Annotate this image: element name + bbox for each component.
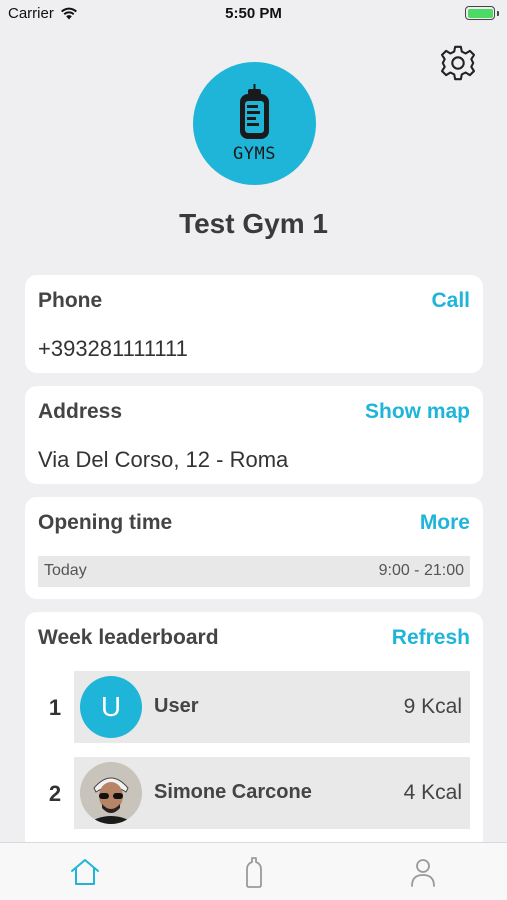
battery-tip — [497, 10, 499, 16]
person-photo-icon — [80, 762, 142, 824]
punching-bag-icon — [240, 84, 269, 139]
phone-card: Phone Call +393281111111 — [25, 275, 483, 373]
battery-fill — [467, 8, 493, 18]
status-bar: Carrier 5:50 PM — [0, 0, 507, 28]
home-icon[interactable] — [67, 855, 103, 889]
settings-gear-icon[interactable] — [439, 44, 477, 82]
phone-title: Phone — [38, 289, 103, 312]
address-card: Address Show map Via Del Corso, 12 - Rom… — [25, 386, 483, 484]
leaderboard-entry: U User 9 Kcal — [74, 671, 470, 743]
gym-logo: GYMS — [193, 62, 316, 185]
leaderboard-row[interactable]: 2 Simone Carcone 4 Kcal — [38, 757, 470, 829]
hours-row: Today 9:00 - 21:00 — [38, 556, 470, 587]
leaderboard-rank: 2 — [48, 781, 62, 806]
tab-bar — [0, 842, 507, 900]
profile-icon[interactable] — [405, 855, 441, 889]
phone-value: +393281111111 — [38, 336, 188, 361]
more-button[interactable]: More — [420, 511, 470, 535]
address-title: Address — [38, 400, 123, 423]
leaderboard-card: Week leaderboard Refresh 1 U User 9 Kcal… — [25, 612, 483, 852]
avatar-photo — [80, 762, 142, 824]
leaderboard-rank: 1 — [48, 695, 62, 720]
opening-time-title: Opening time — [38, 511, 173, 534]
refresh-button[interactable]: Refresh — [392, 626, 470, 650]
status-time: 5:50 PM — [225, 5, 282, 22]
bottle-icon[interactable] — [236, 855, 272, 889]
leaderboard-score: 4 Kcal — [403, 781, 462, 804]
leaderboard-title: Week leaderboard — [38, 626, 219, 649]
show-map-button[interactable]: Show map — [365, 400, 470, 424]
address-value: Via Del Corso, 12 - Roma — [38, 447, 289, 472]
battery-icon — [465, 6, 495, 20]
status-right — [465, 6, 499, 20]
leaderboard-entry: Simone Carcone 4 Kcal — [74, 757, 470, 829]
leaderboard-score: 9 Kcal — [403, 695, 462, 718]
hours-day: Today — [44, 562, 87, 579]
avatar: U — [80, 676, 142, 738]
leaderboard-row[interactable]: 1 U User 9 Kcal — [38, 671, 470, 743]
opening-time-card: Opening time More Today 9:00 - 21:00 — [25, 497, 483, 599]
logo-text: GYMS — [233, 144, 276, 164]
leaderboard-name: User — [154, 695, 199, 717]
gym-name: Test Gym 1 — [179, 208, 328, 239]
hours-range: 9:00 - 21:00 — [378, 562, 464, 579]
call-button[interactable]: Call — [431, 289, 470, 313]
leaderboard-name: Simone Carcone — [154, 781, 312, 803]
